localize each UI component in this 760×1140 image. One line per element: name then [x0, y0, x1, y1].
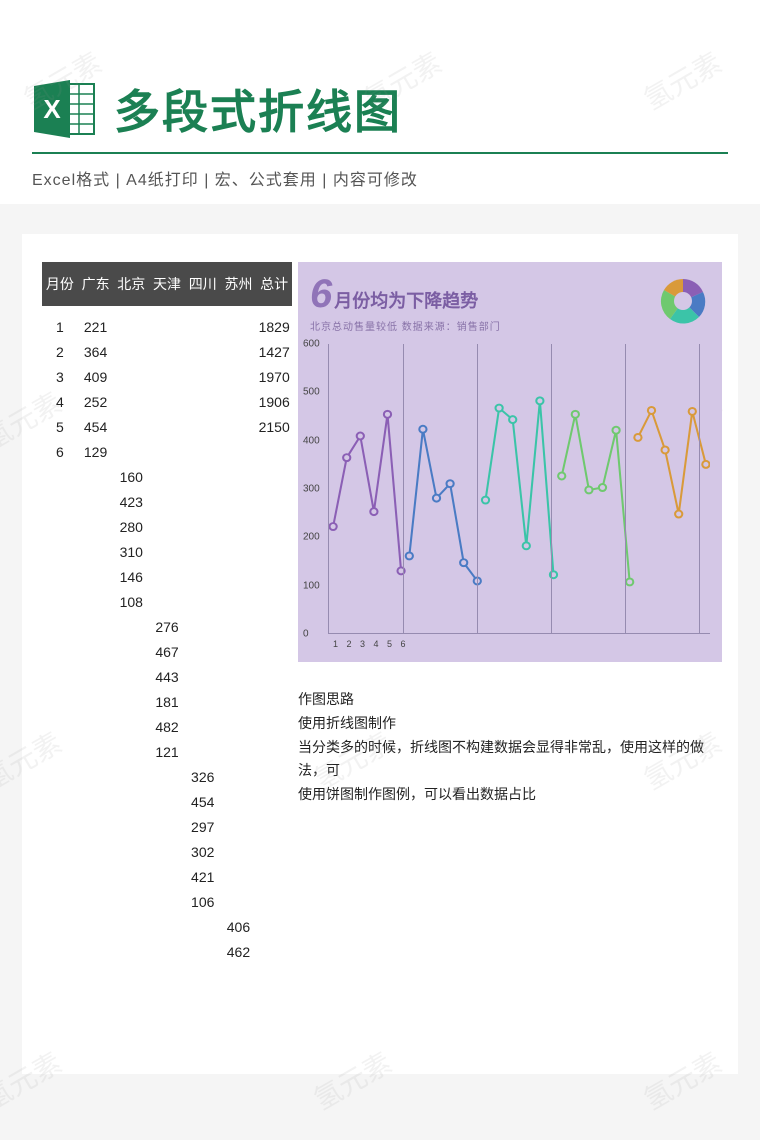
col-sz: 苏州	[221, 274, 257, 294]
table-row: 310	[42, 539, 292, 564]
table-header-row: 月份 广东 北京 天津 四川 苏州 总计	[42, 262, 292, 306]
col-tj: 天津	[149, 274, 185, 294]
chart-title: 6 月份均为下降趋势	[310, 274, 501, 314]
table-body: 1221182923641427340919704252190654542150…	[42, 306, 292, 964]
table-row: 160	[42, 464, 292, 489]
table-row: 146	[42, 564, 292, 589]
note-line: 使用折线图制作	[298, 712, 722, 736]
plot-area: 1 2 3 4 5 6 0100200300400500600	[328, 344, 710, 634]
y-tick: 0	[303, 629, 309, 640]
table-row: 421	[42, 864, 292, 889]
chart-svg	[329, 344, 710, 633]
table-row: 467	[42, 639, 292, 664]
chart-title-big: 6	[310, 274, 332, 314]
table-row: 280	[42, 514, 292, 539]
chart-box: 6 月份均为下降趋势 北京总动售量较低 数据来源：销售部门 1 2 3 4 5	[298, 262, 722, 662]
table-row: 302	[42, 839, 292, 864]
y-tick: 400	[303, 435, 320, 446]
page-title: 多段式折线图	[114, 76, 402, 142]
data-table: 月份 广东 北京 天津 四川 苏州 总计 1221182923641427340…	[22, 262, 292, 1044]
table-row: 462	[42, 939, 292, 964]
header-meta: Excel格式 | A4纸打印 | 宏、公式套用 | 内容可修改	[32, 166, 728, 190]
y-tick: 100	[303, 580, 320, 591]
note-line: 使用饼图制作图例，可以看出数据占比	[298, 783, 722, 807]
x-axis-labels: 1 2 3 4 5 6	[333, 639, 409, 649]
y-tick: 200	[303, 532, 320, 543]
col-gd: 广东	[78, 274, 114, 294]
chart-panel: 6 月份均为下降趋势 北京总动售量较低 数据来源：销售部门 1 2 3 4 5	[292, 262, 738, 1044]
note-line: 作图思路	[298, 688, 722, 712]
pie-legend-icon	[656, 274, 710, 328]
table-row: 326	[42, 764, 292, 789]
table-row: 181	[42, 689, 292, 714]
table-row: 108	[42, 589, 292, 614]
table-row: 34091970	[42, 364, 292, 389]
col-sc: 四川	[185, 274, 221, 294]
table-row: 276	[42, 614, 292, 639]
table-row: 106	[42, 889, 292, 914]
table-row: 454	[42, 789, 292, 814]
excel-icon: X	[32, 78, 98, 140]
table-row: 482	[42, 714, 292, 739]
table-row: 23641427	[42, 339, 292, 364]
table-row: 12211829	[42, 314, 292, 339]
y-tick: 600	[303, 339, 320, 350]
table-row: 42521906	[42, 389, 292, 414]
y-tick: 300	[303, 484, 320, 495]
notes-block: 作图思路 使用折线图制作 当分类多的时候，折线图不构建数据会显得非常乱，使用这样…	[298, 688, 722, 807]
table-row: 443	[42, 664, 292, 689]
table-row: 423	[42, 489, 292, 514]
table-row: 121	[42, 739, 292, 764]
template-header: X 多段式折线图 Excel格式 | A4纸打印 | 宏、公式套用 | 内容可修…	[0, 0, 760, 204]
table-row: 6129	[42, 439, 292, 464]
table-row: 406	[42, 914, 292, 939]
svg-text:X: X	[43, 94, 61, 124]
note-line: 当分类多的时候，折线图不构建数据会显得非常乱，使用这样的做法，可	[298, 736, 722, 784]
col-month: 月份	[42, 274, 78, 294]
content-area: 月份 广东 北京 天津 四川 苏州 总计 1221182923641427340…	[22, 234, 738, 1074]
table-row: 54542150	[42, 414, 292, 439]
col-total: 总计	[256, 274, 292, 294]
table-row: 297	[42, 814, 292, 839]
chart-subtitle: 北京总动售量较低 数据来源：销售部门	[310, 318, 501, 333]
y-tick: 500	[303, 387, 320, 398]
chart-title-text: 月份均为下降趋势	[334, 287, 478, 313]
col-bj: 北京	[113, 274, 149, 294]
